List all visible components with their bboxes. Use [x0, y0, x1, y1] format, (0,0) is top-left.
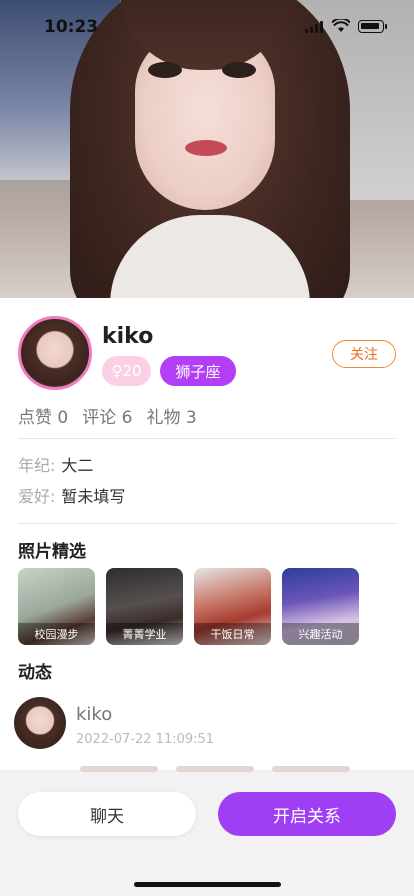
- start-relationship-button[interactable]: 开启关系: [218, 792, 396, 836]
- wifi-icon: [332, 19, 350, 32]
- status-bar: 10:23: [0, 0, 414, 50]
- bottom-action-bar: 聊天 开启关系: [0, 766, 414, 896]
- post-author-avatar[interactable]: [14, 697, 66, 749]
- avatar[interactable]: [18, 316, 92, 390]
- profile-name: kiko: [102, 324, 154, 349]
- photo-caption: 干饭日常: [194, 623, 271, 645]
- stat-gifts: 礼物 3: [146, 408, 197, 428]
- battery-icon: [358, 20, 387, 33]
- stat-likes: 点赞 0: [18, 408, 69, 428]
- follow-button[interactable]: 关注: [332, 340, 396, 368]
- chat-button[interactable]: 聊天: [18, 792, 196, 836]
- divider: [18, 438, 396, 439]
- post-timestamp: 2022-07-22 11:09:51: [76, 732, 215, 747]
- photo-gallery: 校园漫步 菁菁学业 干饭日常 兴趣活动: [18, 568, 359, 645]
- age-gender-badge: ♀20: [102, 356, 151, 386]
- info-value: 大二: [61, 456, 94, 475]
- profile-stats: 点赞 0 评论 6 礼物 3: [18, 403, 197, 428]
- photo-caption: 校园漫步: [18, 623, 95, 645]
- info-key: 爱好:: [18, 487, 56, 506]
- post-images-peek: [80, 766, 350, 772]
- status-time: 10:23: [44, 17, 99, 37]
- photos-section-title: 照片精选: [18, 542, 86, 562]
- profile-card: kiko ♀20 狮子座 关注 点赞 0 评论 6 礼物 3 年纪: 大二 爱好…: [0, 298, 414, 770]
- info-row-hobby: 爱好: 暂未填写: [18, 483, 125, 507]
- photo-card-daily[interactable]: 干饭日常: [194, 568, 271, 645]
- photo-card-campus[interactable]: 校园漫步: [18, 568, 95, 645]
- home-indicator[interactable]: [134, 882, 281, 887]
- photo-card-hobby[interactable]: 兴趣活动: [282, 568, 359, 645]
- cellular-signal-icon: [305, 21, 325, 33]
- photo-caption: 菁菁学业: [106, 623, 183, 645]
- photo-caption: 兴趣活动: [282, 623, 359, 645]
- info-row-age: 年纪: 大二: [18, 452, 93, 476]
- photo-card-study[interactable]: 菁菁学业: [106, 568, 183, 645]
- stat-comments: 评论 6: [82, 408, 133, 428]
- post-author-name: kiko: [76, 704, 113, 725]
- zodiac-badge: 狮子座: [160, 356, 236, 386]
- info-key: 年纪:: [18, 456, 56, 475]
- info-value: 暂未填写: [61, 487, 126, 506]
- feed-section-title: 动态: [18, 663, 52, 683]
- divider: [18, 523, 396, 524]
